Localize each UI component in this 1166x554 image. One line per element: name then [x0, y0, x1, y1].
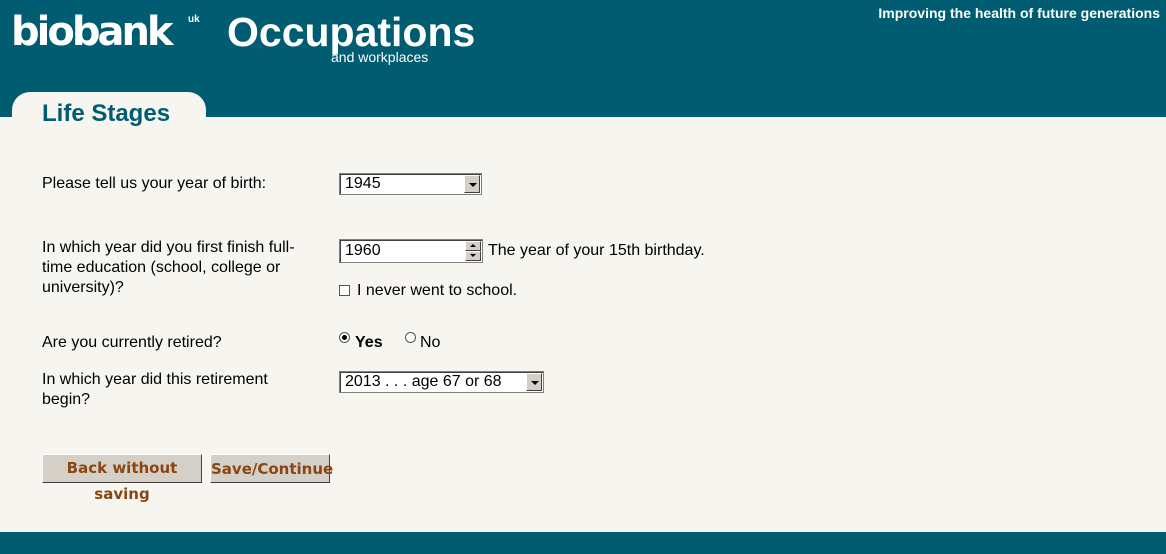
retired-yes-radio[interactable]	[339, 332, 350, 343]
tab-life-stages-label: Life Stages	[42, 100, 171, 127]
footer-bar	[0, 532, 1166, 554]
retirement-year-label: In which year did this retirement begin?	[42, 371, 268, 408]
app-subtitle: and workplaces	[331, 49, 429, 65]
spin-down-icon[interactable]	[465, 251, 481, 261]
spin-up-icon[interactable]	[465, 241, 481, 251]
never-school-label: I never went to school.	[357, 282, 518, 299]
footer-tagline: Improving the health of future generatio…	[878, 5, 1160, 21]
save-continue-button[interactable]: Save/Continue	[210, 454, 333, 483]
birth-year-label: Please tell us your year of birth:	[42, 175, 267, 192]
chevron-down-icon[interactable]	[526, 373, 542, 391]
education-year-input[interactable]	[345, 241, 455, 261]
education-year-stepper[interactable]	[339, 239, 483, 263]
back-without-saving-button[interactable]: Back without saving	[42, 454, 202, 503]
retirement-year-select[interactable]: 2013 . . . age 67 or 68	[339, 371, 544, 393]
education-year-hint: The year of your 15th birthday.	[488, 242, 705, 259]
retirement-year-value: 2013 . . . age 67 or 68	[345, 373, 502, 390]
birth-year-value: 1945	[345, 175, 381, 192]
logo-suffix: uk	[188, 14, 200, 25]
retired-label: Are you currently retired?	[42, 334, 222, 351]
birth-year-select[interactable]: 1945	[339, 173, 482, 195]
chevron-down-icon[interactable]	[464, 175, 480, 193]
retired-yes-label: Yes	[355, 334, 383, 351]
never-school-checkbox[interactable]	[339, 285, 350, 296]
retired-no-label: No	[420, 334, 441, 351]
biobank-logo: biobank	[11, 9, 174, 55]
education-year-label: In which year did you first finish full-…	[42, 239, 295, 296]
retired-no-radio[interactable]	[405, 332, 416, 343]
